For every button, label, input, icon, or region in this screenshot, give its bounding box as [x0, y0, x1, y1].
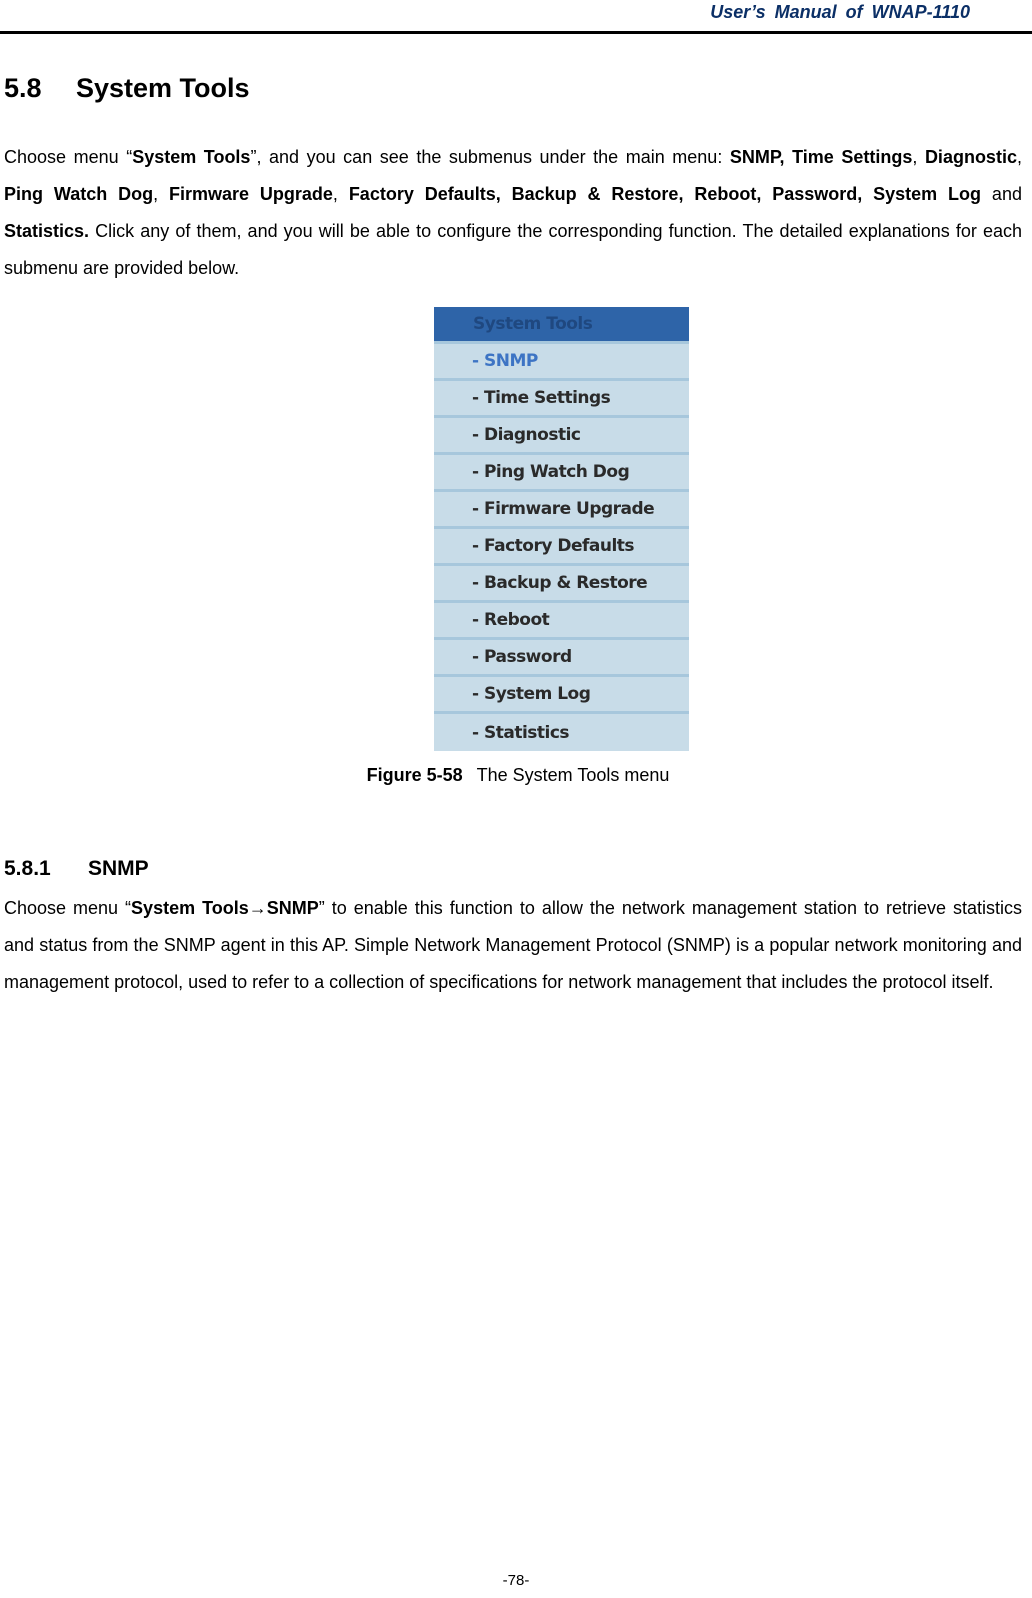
bold-run: Ping Watch Dog [4, 184, 154, 204]
menu-item-label: - Password [472, 647, 572, 667]
menu-item-label: - Diagnostic [472, 425, 581, 445]
figure-caption: Figure 5-58 The System Tools menu [0, 765, 1032, 786]
menu-item-factory-defaults[interactable]: - Factory Defaults [434, 529, 689, 566]
menu-item-label: - Reboot [472, 610, 550, 630]
bold-run: Firmware Upgrade [168, 184, 333, 204]
figure-caption-text: The System Tools menu [476, 765, 670, 785]
bold-run: System Tools [132, 147, 251, 167]
menu-item-ping-watch-dog[interactable]: - Ping Watch Dog [434, 455, 689, 492]
subsection-heading: 5.8.1 SNMP [4, 857, 149, 881]
text-run: and [981, 184, 1022, 204]
text-run: Click any of them, and you will be able … [4, 221, 1022, 278]
section-number: 5.8 [4, 73, 42, 103]
system-tools-menu-figure: System Tools - SNMP - Time Settings - Di… [434, 307, 689, 751]
text-run: Choose menu “ [4, 898, 132, 918]
text-run: , [912, 147, 925, 167]
menu-item-label: - Statistics [472, 722, 570, 743]
menu-item-label: - Ping Watch Dog [472, 462, 630, 482]
menu-item-snmp[interactable]: - SNMP [434, 344, 689, 381]
bold-run: System Tools→SNMP [131, 898, 319, 918]
subsection-body-paragraph: Choose menu “System Tools→SNMP” to enabl… [4, 890, 1022, 1001]
header-divider [0, 31, 1032, 34]
bold-run: Statistics. [4, 221, 90, 241]
text-run: , [332, 184, 349, 204]
text-run: Choose menu “ [4, 147, 133, 167]
text-run: , [1016, 147, 1022, 167]
menu-header-label: System Tools [473, 314, 593, 334]
section-intro-paragraph: Choose menu “System Tools”, and you can … [4, 139, 1022, 287]
menu-item-firmware-upgrade[interactable]: - Firmware Upgrade [434, 492, 689, 529]
subsection-title: SNMP [88, 857, 149, 880]
menu-item-statistics[interactable]: - Statistics [434, 714, 689, 751]
menu-item-reboot[interactable]: - Reboot [434, 603, 689, 640]
page-number: -78- [502, 1572, 530, 1589]
menu-item-diagnostic[interactable]: - Diagnostic [434, 418, 689, 455]
bold-run: Diagnostic [924, 147, 1017, 167]
menu-item-label: - System Log [472, 684, 591, 704]
menu-item-system-log[interactable]: - System Log [434, 677, 689, 714]
section-title: System Tools [76, 73, 250, 103]
subsection-number: 5.8.1 [4, 857, 51, 880]
text-run: , [153, 184, 169, 204]
document-header-title: User’s Manual of WNAP-1110 [710, 2, 970, 22]
menu-item-backup-restore[interactable]: - Backup & Restore [434, 566, 689, 603]
menu-header[interactable]: System Tools [434, 307, 689, 344]
menu-item-label: - Time Settings [472, 388, 611, 408]
menu-item-label: - Firmware Upgrade [472, 499, 655, 519]
menu-item-password[interactable]: - Password [434, 640, 689, 677]
figure-caption-label: Figure 5-58 [366, 765, 463, 785]
text-run: ”, and you can see the submenus under th… [250, 147, 730, 167]
menu-item-label: - Factory Defaults [472, 536, 635, 556]
menu-item-label: - Backup & Restore [472, 573, 648, 593]
menu-item-time-settings[interactable]: - Time Settings [434, 381, 689, 418]
section-heading: 5.8 System Tools [4, 73, 250, 104]
bold-run: SNMP, Time Settings [729, 147, 913, 167]
menu-item-label: - SNMP [472, 351, 538, 371]
bold-run: Factory Defaults, Backup & Restore, Rebo… [348, 184, 982, 204]
